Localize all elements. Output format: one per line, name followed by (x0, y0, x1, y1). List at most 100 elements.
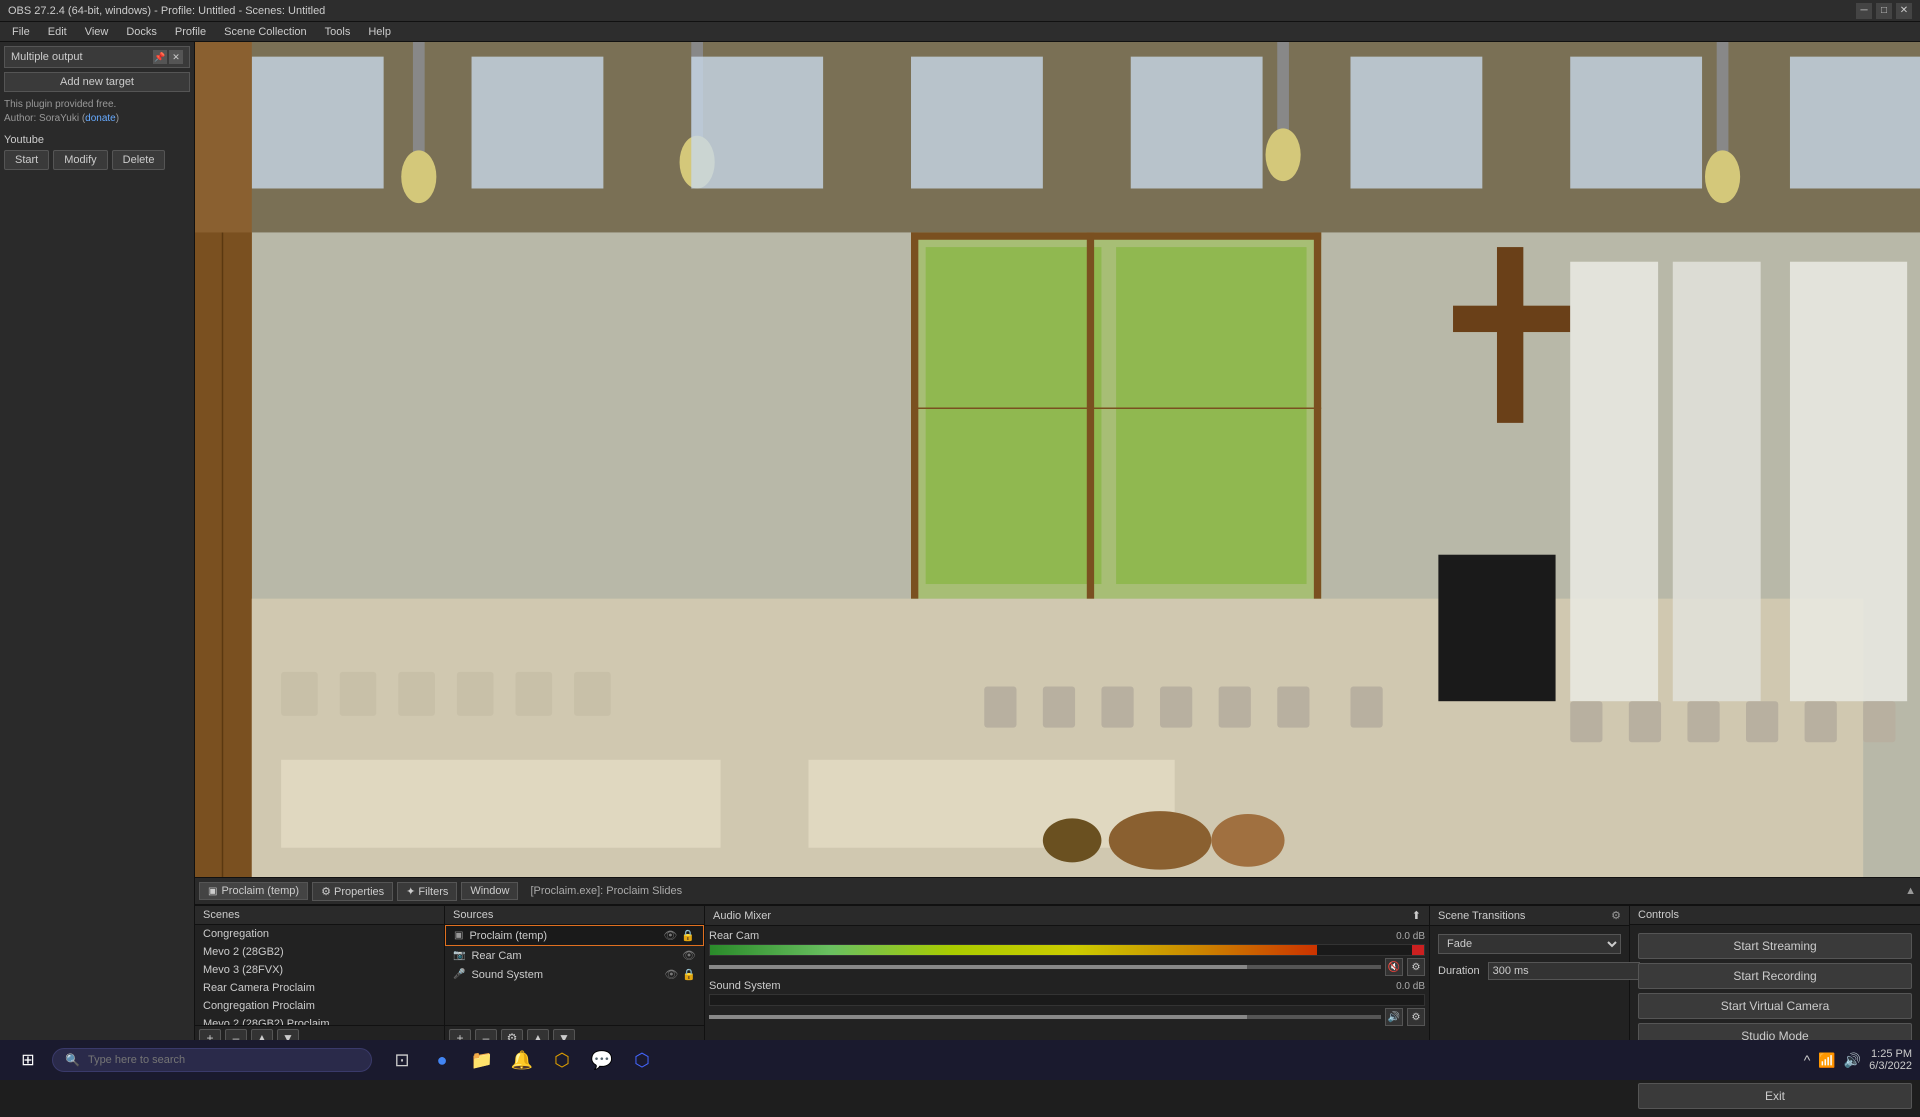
tray-network-icon[interactable]: 📶 (1818, 1052, 1835, 1069)
youtube-delete-button[interactable]: Delete (112, 150, 166, 170)
taskbar-right: ^ 📶 🔊 1:25 PM 6/3/2022 (1804, 1048, 1912, 1072)
close-button[interactable]: ✕ (1896, 3, 1912, 19)
title-bar: OBS 27.2.4 (64-bit, windows) - Profile: … (0, 0, 1920, 22)
source-proclaim-temp[interactable]: ▣ Proclaim (temp) 👁 🔒 (445, 925, 704, 946)
audio-channel-sound-system: Sound System 0.0 dB 🔊 ⚙ (709, 980, 1425, 1026)
source-rear-cam-eye[interactable]: 👁 (682, 949, 696, 962)
scene-mevo2[interactable]: Mevo 2 (28GB2) (195, 943, 444, 961)
proclaim-tab-label: Proclaim (temp) (221, 885, 299, 897)
menu-file[interactable]: File (4, 24, 38, 40)
rear-cam-controls: 🔇 ⚙ (709, 958, 1425, 976)
search-icon: 🔍 (65, 1053, 80, 1067)
search-input[interactable] (88, 1054, 359, 1066)
scene-congregation-proclaim[interactable]: Congregation Proclaim (195, 997, 444, 1015)
filters-button[interactable]: ✦ Filters (397, 882, 457, 901)
audio-mixer-header: Audio Mixer ⬆ (705, 906, 1429, 926)
properties-button[interactable]: ⚙ Properties (312, 882, 393, 901)
source-sound-lock[interactable]: 🔒 (682, 968, 696, 981)
controls-buttons: Start Streaming Start Recording Start Vi… (1630, 925, 1920, 1117)
menu-profile[interactable]: Profile (167, 24, 214, 40)
center-area: ▣ Proclaim (temp) ⚙ Properties ✦ Filters… (195, 42, 1920, 1050)
rear-cam-db: 0.0 dB (1396, 931, 1425, 942)
rear-cam-mute-button[interactable]: 🔇 (1385, 958, 1403, 976)
menu-view[interactable]: View (77, 24, 117, 40)
rear-cam-red-marker (1412, 945, 1424, 955)
task-view-icon[interactable]: ⊡ (384, 1044, 420, 1076)
maximize-button[interactable]: □ (1876, 3, 1892, 19)
audio-mixer-title: Audio Mixer (713, 910, 771, 922)
chat-icon[interactable]: 💬 (584, 1044, 620, 1076)
minimize-button[interactable]: ─ (1856, 3, 1872, 19)
menu-scene-collection[interactable]: Scene Collection (216, 24, 315, 40)
app5-icon[interactable]: ⬡ (544, 1044, 580, 1076)
scene-congregation[interactable]: Congregation (195, 925, 444, 943)
sound-system-settings-button[interactable]: ⚙ (1407, 1008, 1425, 1026)
sound-system-slider[interactable] (709, 1015, 1381, 1019)
rear-cam-settings-button[interactable]: ⚙ (1407, 958, 1425, 976)
source-proclaim-eye[interactable]: 👁 (663, 929, 677, 942)
fade-select[interactable]: Fade Cut Swipe (1438, 934, 1621, 954)
sources-header: Sources (445, 906, 704, 925)
youtube-modify-button[interactable]: Modify (53, 150, 107, 170)
mo-close-button[interactable]: ✕ (169, 50, 183, 64)
file-explorer-icon[interactable]: 📁 (464, 1044, 500, 1076)
source-sound-system[interactable]: 🎤 Sound System 👁 🔒 (445, 965, 704, 984)
scene-mevo3[interactable]: Mevo 3 (28FVX) (195, 961, 444, 979)
audio-channel-rear-cam-header: Rear Cam 0.0 dB (709, 930, 1425, 942)
youtube-start-button[interactable]: Start (4, 150, 49, 170)
search-bar[interactable]: 🔍 (52, 1048, 372, 1072)
menu-bar: File Edit View Docks Profile Scene Colle… (0, 22, 1920, 42)
clock-date: 6/3/2022 (1869, 1060, 1912, 1072)
proclaim-tab[interactable]: ▣ Proclaim (temp) (199, 882, 308, 900)
menu-tools[interactable]: Tools (317, 24, 359, 40)
sources-title: Sources (453, 909, 493, 921)
multiple-output-controls: 📌 ✕ (153, 50, 183, 64)
controls-title: Controls (1638, 909, 1679, 921)
mo-pin-button[interactable]: 📌 (153, 50, 167, 64)
menu-edit[interactable]: Edit (40, 24, 75, 40)
transitions-gear-icon[interactable]: ⚙ (1611, 909, 1621, 922)
tray-show-icon[interactable]: ^ (1804, 1052, 1811, 1068)
audio-mixer-panel: Audio Mixer ⬆ Rear Cam 0.0 dB (705, 906, 1430, 1050)
source-bar: ▣ Proclaim (temp) ⚙ Properties ✦ Filters… (195, 877, 1920, 905)
chrome-icon[interactable]: ● (424, 1044, 460, 1076)
source-proclaim-lock[interactable]: 🔒 (681, 929, 695, 942)
audio-mixer-expand[interactable]: ⬆ (1412, 909, 1421, 922)
source-proclaim-icon: ▣ (454, 930, 463, 941)
start-button[interactable]: ⊞ (8, 1044, 48, 1076)
source-bar-arrow[interactable]: ▲ (1905, 885, 1916, 897)
start-recording-button[interactable]: Start Recording (1638, 963, 1912, 989)
clock[interactable]: 1:25 PM 6/3/2022 (1869, 1048, 1912, 1072)
source-rear-cam[interactable]: 📷 Rear Cam 👁 (445, 946, 704, 965)
source-rear-cam-label: Rear Cam (471, 950, 521, 962)
rear-cam-slider[interactable] (709, 965, 1381, 969)
menu-help[interactable]: Help (360, 24, 399, 40)
sound-system-mute-button[interactable]: 🔊 (1385, 1008, 1403, 1026)
rear-cam-meter (709, 944, 1425, 956)
scene-mevo2-proclaim[interactable]: Mevo 2 (28GB2) Proclaim (195, 1015, 444, 1025)
notification-icon[interactable]: 🔔 (504, 1044, 540, 1076)
obs-icon[interactable]: ⬡ (624, 1044, 660, 1076)
controls-header: Controls (1630, 906, 1920, 925)
start-virtual-camera-button[interactable]: Start Virtual Camera (1638, 993, 1912, 1019)
transitions-header: Scene Transitions ⚙ (1430, 906, 1629, 926)
scenes-list: Congregation Mevo 2 (28GB2) Mevo 3 (28FV… (195, 925, 444, 1025)
preview-canvas (195, 42, 1920, 877)
scene-rear-camera-proclaim[interactable]: Rear Camera Proclaim (195, 979, 444, 997)
add-new-target-button[interactable]: Add new target (4, 72, 190, 92)
exit-button[interactable]: Exit (1638, 1083, 1912, 1109)
duration-input[interactable] (1488, 962, 1640, 980)
donate-link[interactable]: donate (85, 113, 116, 124)
source-sound-eye[interactable]: 👁 (664, 968, 678, 981)
start-streaming-button[interactable]: Start Streaming (1638, 933, 1912, 959)
source-rear-cam-actions: 👁 (682, 949, 696, 962)
source-sound-label: Sound System (471, 969, 543, 981)
audio-channel-rear-cam: Rear Cam 0.0 dB 🔇 ⚙ (709, 930, 1425, 976)
transitions-title: Scene Transitions (1438, 910, 1525, 922)
window-button[interactable]: Window (461, 882, 518, 900)
rear-cam-channel-name: Rear Cam (709, 930, 759, 942)
church-preview (195, 42, 1920, 877)
title-controls: ─ □ ✕ (1856, 3, 1912, 19)
menu-docks[interactable]: Docks (118, 24, 165, 40)
tray-speaker-icon[interactable]: 🔊 (1844, 1052, 1861, 1069)
